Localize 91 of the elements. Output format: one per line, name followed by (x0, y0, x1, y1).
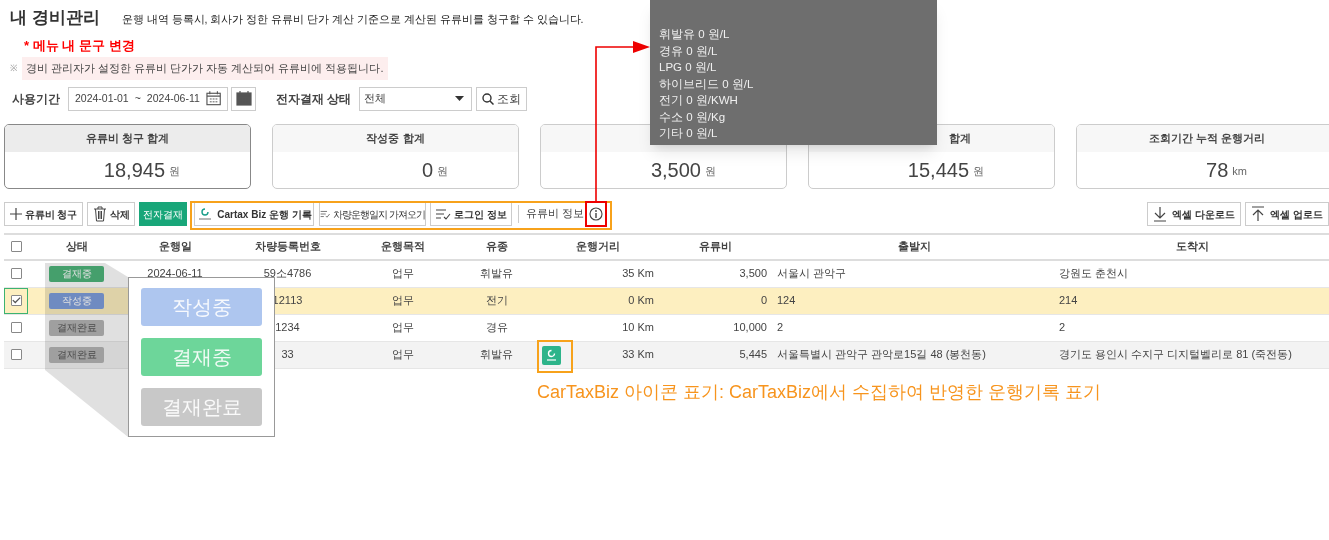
column-header: 상태 (65, 239, 88, 255)
table-cell-text: 33 (281, 347, 294, 363)
tooltip-line: 기타 0 원/L (659, 126, 718, 141)
dropdown-value: 전체 (364, 91, 387, 107)
filter-label: 전자결재 상태 (276, 90, 352, 108)
summary-card[interactable]: 유류비 청구 합계 18,945 원 (4, 123, 251, 189)
tooltip-line: 수소 0 원/Kg (659, 109, 726, 125)
column-header: 도착지 (1175, 239, 1209, 255)
column-header: 운행목적 (380, 239, 425, 255)
tooltip-line: 전기 0 원/KWH (659, 93, 738, 108)
card-unit: 원 (973, 164, 984, 179)
table-cell-text: 강원도 춘천시 (1059, 266, 1129, 282)
status-dropdown[interactable]: 전체 (359, 86, 473, 111)
status-badge: 결재중 (49, 265, 104, 282)
card-title: 작성중 합계 (366, 130, 425, 146)
table-cell-text: 2 (1059, 320, 1066, 336)
column-header: 유류비 (699, 239, 732, 255)
table-cell-text: 10,000 (733, 320, 767, 336)
summary-card[interactable]: 조회기간 누적 운행거리 78 km (1076, 123, 1329, 189)
card-title: 합계 (949, 130, 971, 146)
annotation-text: CarTaxBiz 아이콘 표기: CarTaxBiz에서 수집하여 반영한 운행기록 표기 (537, 381, 1102, 404)
table-cell-text: 2024-06-11 (147, 266, 203, 282)
column-header: 운행일 (158, 239, 192, 255)
summary-card[interactable]: 작성중 합계 0 원 (272, 123, 519, 189)
table-cell-text: 휘발유 (480, 266, 513, 282)
table-cell-text: 서울특별시 관악구 관악로15길 48 (봉천동) (777, 347, 987, 363)
table-cell-text: 1234 (275, 320, 300, 336)
table-cell-text: 경유 (485, 320, 508, 336)
toolbar-button[interactable]: 차량운행일지 가져오기 (319, 202, 426, 226)
table-cell-text: 업무 (391, 293, 414, 309)
card-unit: 원 (705, 164, 716, 179)
column-header: 운행거리 (576, 239, 620, 255)
card-title: 유류비 청구 합계 (85, 130, 170, 146)
column-header: 출발지 (897, 239, 931, 255)
card-value: 3,500 (650, 157, 701, 182)
filter-label: 사용기간 (12, 90, 60, 108)
table-cell-text: 휘발유 (480, 347, 513, 363)
table-cell-text: 5,445 (739, 347, 767, 363)
range-separator: ~ (134, 90, 141, 106)
table-cell-text: 업무 (391, 266, 414, 282)
card-value: 78 (1206, 157, 1229, 182)
toolbar-button[interactable]: 로그인 정보 (430, 202, 512, 226)
end-date: 2024-06-11 (146, 90, 200, 106)
table-cell-text: 124 (777, 293, 796, 309)
table-cell-text: 214 (1059, 293, 1078, 309)
card-title: 조회기간 누적 운행거리 (1148, 130, 1266, 146)
card-value: 18,945 (103, 157, 165, 182)
column-header: 유종 (485, 239, 508, 255)
annotation-note: * 메뉴 내 문구 변경 (24, 38, 135, 54)
card-value: 0 (421, 157, 433, 182)
status-badge: 작성중 (141, 288, 262, 326)
fuel-info-label: 유류비 정보 (526, 206, 584, 222)
tooltip-line: 하이브리드 0 원/L (659, 76, 754, 92)
table-cell-text: 0 (760, 293, 767, 309)
page-title: 내 경비관리 (10, 6, 100, 29)
table-cell-text: 경기도 용인시 수지구 디지털벨리로 81 (죽전동) (1059, 347, 1292, 363)
status-badge: 결재중 (141, 338, 262, 376)
table-cell-text: 0 Km (628, 293, 654, 309)
toolbar-button[interactable]: 유류비 청구 (4, 202, 83, 226)
card-unit: km (1232, 164, 1247, 179)
card-unit: 원 (437, 164, 448, 179)
card-unit: 원 (169, 164, 180, 179)
table-cell-text: 전기 (485, 293, 508, 309)
toolbar-button[interactable]: 엑셀 업로드 (1245, 202, 1329, 226)
table-cell-text: 35 Km (622, 266, 654, 282)
status-badge: 작성중 (49, 292, 104, 309)
table-cell-text: 서울시 관악구 (777, 266, 847, 282)
page-description: 운행 내역 등록시, 회사가 정한 유류비 단가 계산 기준으로 계산된 유류비를 청구할 수 있습니다. (121, 12, 584, 28)
notice-mark: ※ (10, 61, 18, 75)
status-badge: 결재완료 (49, 319, 104, 336)
toolbar-button[interactable]: 엑셀 다운로드 (1147, 202, 1242, 226)
table-cell-text: 12113 (272, 293, 303, 309)
search-button[interactable]: 조회 (476, 86, 528, 111)
card-value: 15,445 (907, 157, 969, 182)
toolbar-button[interactable]: Cartax Biz 운행 기록 (194, 202, 314, 226)
table-cell-text: 10 Km (622, 320, 654, 336)
start-date: 2024-01-01 (75, 90, 129, 106)
table-cell-text: 3,500 (739, 266, 767, 282)
table-cell-text: 59소4786 (263, 266, 312, 282)
notice-text: 경비 관리자가 설정한 유류비 단가가 자동 계산되어 유류비에 적용됩니다. (22, 57, 388, 80)
tooltip-line: 휘발유 0 원/L (659, 27, 730, 42)
table-cell-text: 업무 (391, 347, 414, 363)
table-cell-text: 업무 (391, 320, 414, 336)
tooltip-line: LPG 0 원/L (659, 60, 717, 75)
table-cell-text: 2 (777, 320, 784, 336)
table-cell-text: 33 Km (622, 347, 654, 363)
toolbar-button[interactable]: 삭제 (87, 202, 135, 226)
status-badge: 결재완료 (49, 346, 104, 363)
date-range-field[interactable]: 2024-01-01 ~ 2024-06-11 (68, 86, 228, 111)
column-header: 차량등록번호 (254, 239, 321, 255)
tooltip-line: 경유 0 원/L (659, 43, 718, 59)
